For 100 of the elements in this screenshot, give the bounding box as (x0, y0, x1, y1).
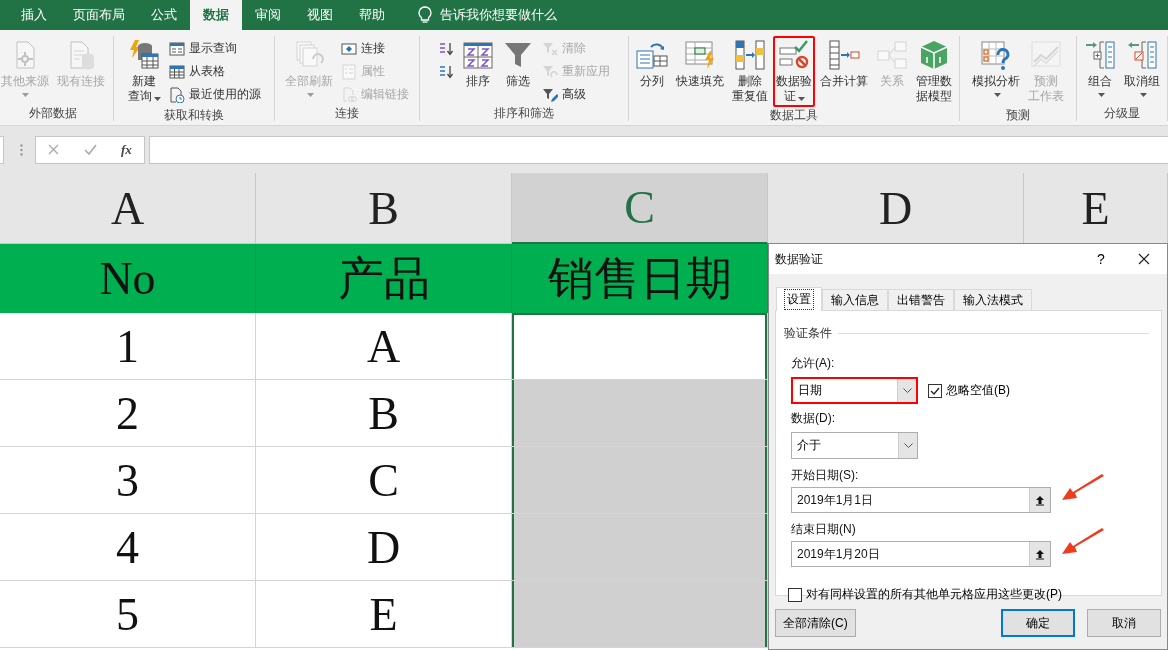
table-cell: 1 (0, 313, 256, 380)
cancel-icon[interactable] (48, 144, 60, 155)
ribbon-tab[interactable]: 视图 (294, 0, 346, 30)
consolidate-button[interactable]: 合并计算 (817, 36, 871, 92)
date-field[interactable]: 2019年1月20日 (791, 541, 1051, 567)
field-label: 开始日期(S): (791, 467, 860, 484)
ungroup-icon (1126, 39, 1158, 71)
header-cell: 销售日期 (512, 244, 768, 313)
collapse-button[interactable] (1029, 542, 1050, 566)
field-label: 允许(A): (791, 355, 836, 372)
field-label: 结束日期(N) (791, 521, 857, 538)
clock-doc-button[interactable]: 最近使用的源 (165, 84, 264, 105)
dialog-button[interactable]: 取消 (1087, 609, 1161, 637)
group-icon (1084, 39, 1116, 71)
close-icon[interactable] (1138, 253, 1150, 265)
chevron-down-icon (903, 443, 913, 448)
filter-reapply-icon (542, 63, 558, 80)
filter-clear-icon (542, 40, 558, 57)
data-validation-icon (778, 39, 810, 71)
group-button[interactable]: 组合 (1081, 36, 1119, 100)
group-label: 外部数据 (27, 105, 78, 121)
ribbon-tab[interactable]: 页面布局 (60, 0, 138, 30)
table-cell[interactable] (512, 380, 768, 447)
dialog-button[interactable]: 确定 (1001, 609, 1075, 637)
header-cell: No (0, 244, 256, 313)
connection-button[interactable]: 连接 (338, 38, 412, 59)
lightbulb-icon[interactable] (418, 6, 432, 24)
data-validation-button[interactable]: 数据验证 (773, 36, 815, 107)
upload-arrow-icon (1035, 548, 1045, 560)
table-cell[interactable] (512, 514, 768, 581)
group-label: 预测 (1005, 107, 1031, 123)
filter-edit-icon (542, 86, 558, 103)
dialog-tab[interactable]: 出错警告 (888, 289, 954, 310)
group-label: 获取和转换 (163, 107, 225, 123)
data-model-icon (918, 39, 950, 71)
ribbon-tab[interactable]: 帮助 (346, 0, 398, 30)
column-header[interactable]: A (0, 173, 256, 244)
table-cell: 5 (0, 581, 256, 648)
dialog-tab[interactable]: 设置 (776, 287, 822, 311)
dropdown[interactable]: 日期 (791, 377, 918, 404)
table-cell[interactable] (512, 313, 768, 380)
ribbon-tab[interactable]: 公式 (138, 0, 190, 30)
split-columns-button[interactable]: 分列 (633, 36, 671, 92)
chevron-down-icon (902, 388, 912, 393)
data-model-button[interactable]: 管理数据模型 (913, 36, 955, 107)
group-label: 分级显 (1103, 105, 1141, 121)
date-field[interactable]: 2019年1月1日 (791, 487, 1051, 513)
ribbon-tab[interactable]: 数据 (190, 0, 242, 30)
insert-function-button[interactable]: fx (120, 141, 132, 158)
what-if-button[interactable]: 模拟分析 (969, 36, 1023, 100)
remove-duplicates-icon (734, 39, 766, 71)
dialog-title: 数据验证 (775, 250, 824, 268)
relationships-icon (876, 39, 908, 71)
checkbox[interactable]: 对有同样设置的所有其他单元格应用这些更改(P) (788, 586, 1062, 603)
ribbon-tab[interactable]: 插入 (8, 0, 60, 30)
field-label: 数据(D): (791, 410, 836, 427)
collapse-button[interactable] (1029, 488, 1050, 512)
what-if-icon (980, 39, 1012, 71)
flash-fill-icon (684, 39, 716, 71)
database-button[interactable]: 新建查询 (124, 36, 164, 107)
column-header[interactable]: E (1024, 173, 1168, 244)
consolidate-icon (828, 39, 860, 71)
ribbon-tab[interactable]: 审阅 (242, 0, 294, 30)
filter-button[interactable]: 筛选 (499, 36, 537, 92)
ungroup-button[interactable]: 取消组 (1121, 36, 1163, 100)
table-button[interactable]: 显示查询 (165, 38, 264, 59)
properties-icon (341, 63, 357, 80)
formula-input[interactable] (149, 135, 1168, 164)
grip-icon (20, 143, 23, 156)
column-header[interactable]: D (768, 173, 1024, 244)
table-cell[interactable] (512, 581, 768, 648)
column-header[interactable]: C (512, 173, 768, 244)
database-icon (128, 39, 160, 71)
group-label: 连接 (334, 105, 360, 121)
group-label: 排序和筛选 (493, 105, 555, 121)
help-button[interactable]: ? (1081, 250, 1121, 268)
group-label: 数据工具 (769, 107, 819, 123)
clock-doc-icon (168, 86, 185, 103)
table-cell: 3 (0, 447, 256, 514)
sort-button[interactable]: 排序 (459, 36, 497, 92)
grid-icon (168, 63, 185, 80)
flash-fill-button[interactable]: 快速填充 (673, 36, 727, 92)
tell-me-search[interactable]: 告诉我你想要做什么 (440, 6, 557, 24)
link-doc-icon (341, 86, 357, 103)
column-header[interactable]: B (256, 173, 512, 244)
checkbox[interactable]: 忽略空值(B) (928, 382, 1010, 399)
table-cell: 2 (0, 380, 256, 447)
dialog-tab[interactable]: 输入信息 (822, 289, 888, 310)
upload-arrow-icon (1035, 494, 1045, 506)
filter-edit-button[interactable]: 高级 (539, 84, 613, 105)
enter-icon[interactable] (83, 144, 97, 155)
dialog-tab[interactable]: 输入法模式 (954, 289, 1032, 310)
grid-button[interactable]: 从表格 (165, 61, 264, 82)
header-cell: 产品 (256, 244, 512, 313)
dialog-button[interactable]: 全部清除(C) (775, 609, 856, 637)
sort-ascending-icon (438, 40, 454, 57)
remove-duplicates-button[interactable]: 删除重复值 (729, 36, 771, 107)
dropdown[interactable]: 介于 (791, 432, 918, 459)
table-cell[interactable] (512, 447, 768, 514)
name-box[interactable] (0, 135, 4, 164)
